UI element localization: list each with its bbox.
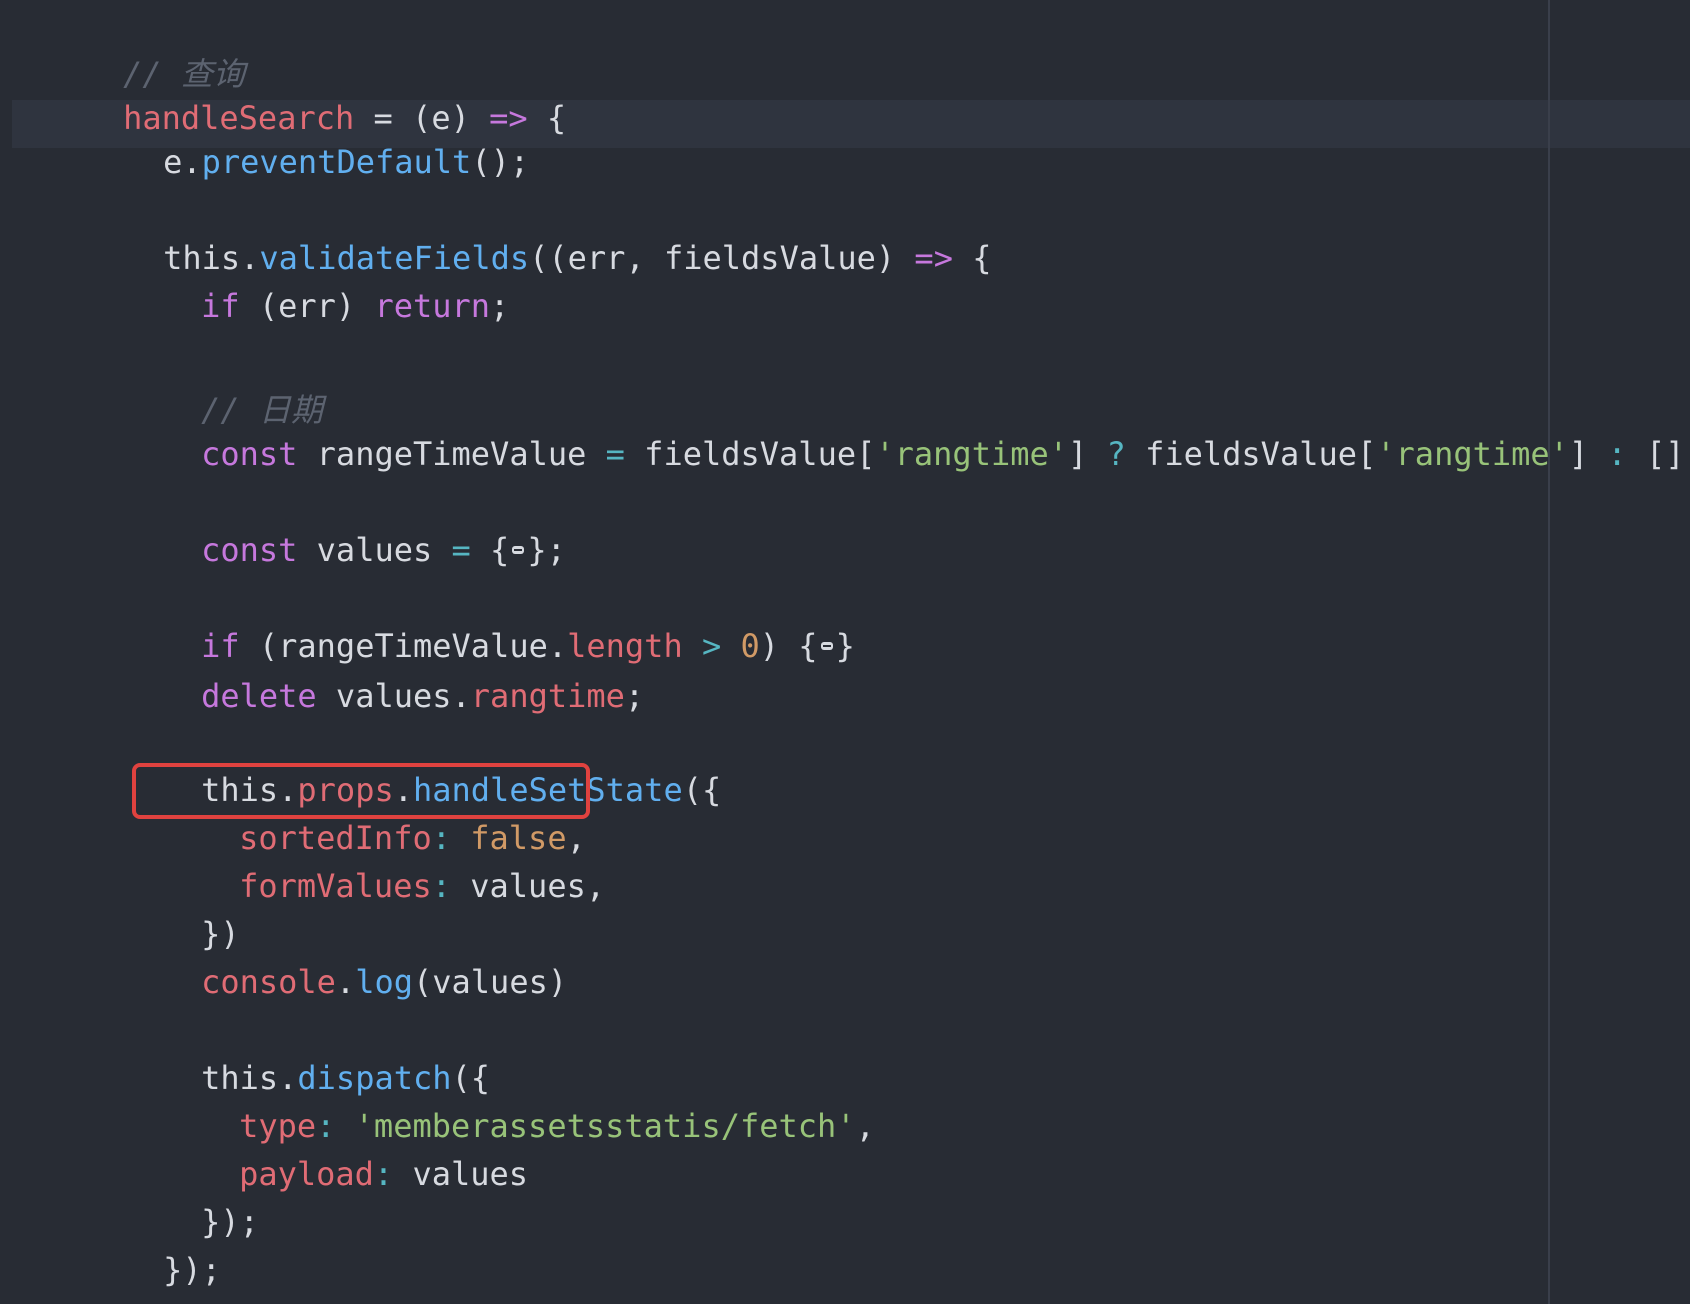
code-line-11[interactable]: const values = {}; xyxy=(124,478,566,569)
semicolon-token: ; xyxy=(490,287,510,325)
code-line-19[interactable]: }) xyxy=(124,862,240,953)
fold-ellipsis-icon[interactable] xyxy=(509,543,527,557)
call-end-token: (); xyxy=(471,143,530,181)
values-decl: values xyxy=(297,531,452,569)
code-line-13[interactable]: if (rangeTimeValue.length > 0) {} xyxy=(124,574,855,665)
payload-key: payload xyxy=(239,1155,374,1193)
code-line-5[interactable]: this.validateFields((err, fieldsValue) =… xyxy=(86,186,991,277)
arrow-token-2: => xyxy=(914,239,953,277)
ternary-question: ? xyxy=(1106,435,1126,473)
close-obj-semi-2: }); xyxy=(163,1251,221,1289)
delete-keyword: delete xyxy=(201,677,317,715)
code-line-14[interactable]: delete values.rangtime; xyxy=(124,624,644,715)
code-line-23[interactable]: type: 'memberassetsstatis/fetch', xyxy=(162,1054,875,1145)
rangtime-prop: rangtime xyxy=(470,677,625,715)
colon-token-4: : xyxy=(373,1155,413,1193)
err-cond-token: (err) xyxy=(239,287,375,325)
eq-operator-2: = xyxy=(451,531,471,569)
code-line-18[interactable]: formValues: values, xyxy=(162,814,605,905)
code-line-20[interactable]: console.log(values) xyxy=(124,910,567,1001)
comma-token-2: , xyxy=(855,1107,875,1145)
final-brace: } xyxy=(123,1299,142,1304)
brace-close-semi: }; xyxy=(527,531,566,569)
code-line-1[interactable]: // 查询 xyxy=(46,2,245,93)
if-keyword: if xyxy=(201,287,240,325)
zero-number: 0 xyxy=(740,627,760,665)
code-line-26[interactable]: }); xyxy=(86,1198,221,1289)
fields-value-open: fieldsValue[ xyxy=(624,435,876,473)
ternary-colon: : xyxy=(1607,435,1627,473)
log-args: (values) xyxy=(412,963,568,1001)
log-token: log xyxy=(355,963,413,1001)
return-keyword: return xyxy=(374,287,491,325)
gt-operator: > xyxy=(701,627,722,665)
code-line-22[interactable]: this.dispatch({ xyxy=(124,1006,490,1097)
bracket-close: ] xyxy=(1068,435,1107,473)
eq-operator: = xyxy=(605,435,625,473)
range-time-decl: rangeTimeValue xyxy=(297,435,606,473)
empty-array: []; xyxy=(1645,435,1690,473)
code-line-6[interactable]: if (err) return; xyxy=(124,234,509,325)
annotation-highlight-box xyxy=(132,763,590,819)
const-keyword-2: const xyxy=(201,531,298,569)
values-comma: values, xyxy=(470,867,606,905)
open-brace: { xyxy=(527,99,567,137)
code-line-9[interactable]: const rangeTimeValue = fieldsValue['rang… xyxy=(124,382,1690,473)
values-dot: values. xyxy=(316,677,471,715)
validate-args-token: ((err, fieldsValue) xyxy=(529,239,915,277)
brace-open: { xyxy=(490,531,510,569)
rangtime-string-2: 'rangtime' xyxy=(1376,435,1569,473)
fields-value-open-2: fieldsValue[ xyxy=(1125,435,1377,473)
values-token: values xyxy=(412,1155,529,1193)
rangtime-string: 'rangtime' xyxy=(875,435,1069,473)
console-token: console xyxy=(201,963,336,1001)
space-token-3 xyxy=(721,627,740,665)
brace-close: } xyxy=(835,627,855,665)
paren-brace-open: ({ xyxy=(682,771,722,809)
semicolon-token-2: ; xyxy=(624,677,645,715)
code-line-27[interactable]: } xyxy=(46,1246,142,1304)
dot-token-2: . xyxy=(335,963,356,1001)
paren-close-brace: ) { xyxy=(759,627,818,665)
space-token-2 xyxy=(683,627,702,665)
code-line-16[interactable]: this.props.handleSetState({ xyxy=(124,718,721,809)
prevent-default-token: preventDefault xyxy=(201,143,472,181)
code-line-24[interactable]: payload: values xyxy=(162,1102,528,1193)
open-brace-2: { xyxy=(952,239,992,277)
colon-token-2: : xyxy=(431,867,471,905)
code-line-2[interactable]: handleSearch = (e) => { xyxy=(46,46,566,137)
e-token: e. xyxy=(163,143,202,181)
code-line-8[interactable]: // 日期 xyxy=(124,338,323,429)
form-values-key: formValues xyxy=(239,867,432,905)
code-line-3[interactable]: e.preventDefault(); xyxy=(86,90,529,181)
bracket-close-2: ] xyxy=(1568,435,1608,473)
fold-ellipsis-icon-2[interactable] xyxy=(818,639,836,653)
wrap-guide xyxy=(1548,0,1550,1304)
code-editor[interactable]: // 查询 handleSearch = (e) => { e.preventD… xyxy=(0,0,1690,1304)
const-keyword: const xyxy=(201,435,298,473)
code-line-25[interactable]: }); xyxy=(124,1150,259,1241)
